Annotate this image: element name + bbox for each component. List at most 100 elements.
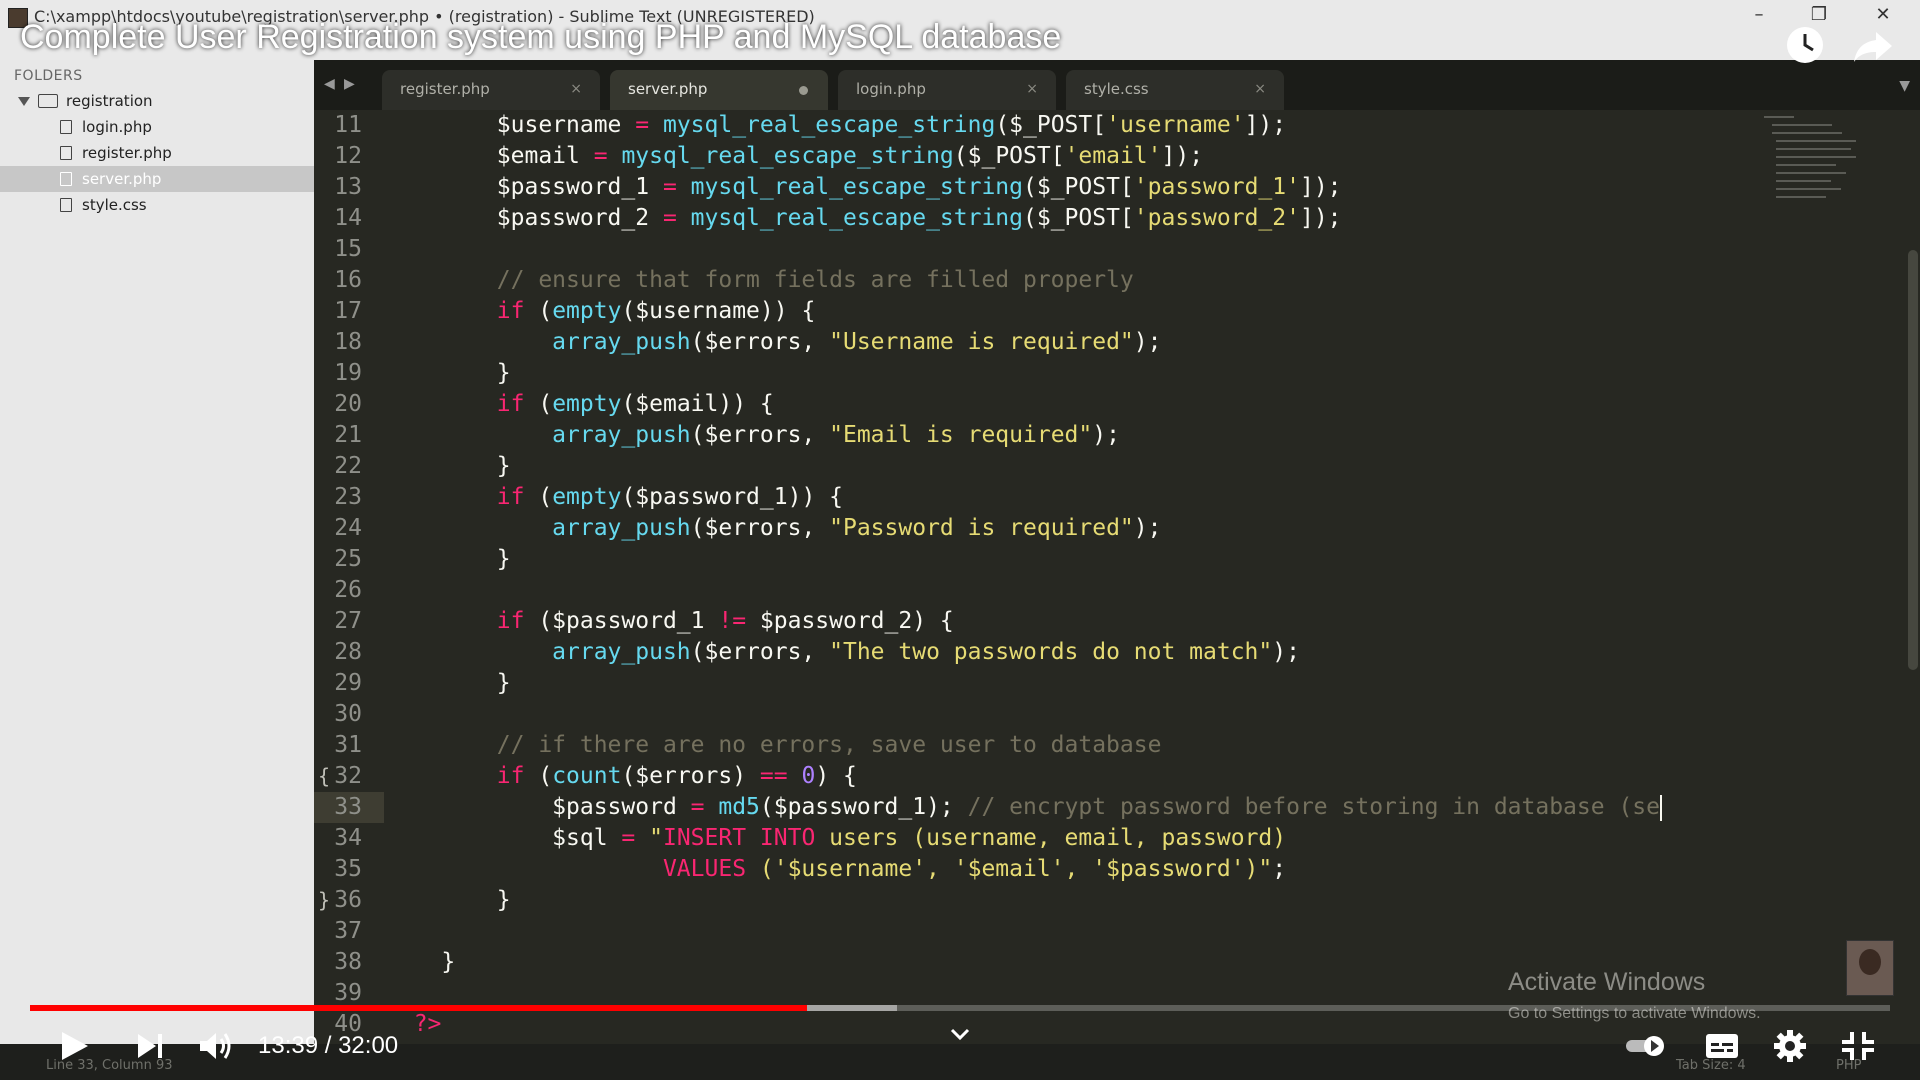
fold-open-icon[interactable]: { [318,761,330,792]
tab-label: server.php [628,80,708,98]
line-number: 11 [334,112,362,138]
line-number: 20 [334,391,362,417]
volume-icon[interactable] [196,1028,236,1064]
sidebar-file-login[interactable]: login.php [0,114,314,140]
code-line: $sql = "INSERT INTO users (username, ema… [386,825,1287,851]
sidebar-folder-registration[interactable]: registration [0,88,314,114]
chevron-down-icon[interactable] [950,1028,970,1042]
play-icon[interactable] [54,1028,94,1064]
line-number: 22 [334,453,362,479]
file-label: login.php [82,118,152,136]
tab-prev-icon[interactable]: ◀ [324,76,335,92]
sidebar-file-register[interactable]: register.php [0,140,314,166]
line-number: 37 [334,918,362,944]
code-comment: // ensure that form fields are filled pr… [386,267,1134,293]
tab-style-css[interactable]: style.css × [1066,70,1284,110]
file-icon [60,172,72,186]
minimap-line [1776,140,1856,142]
settings-gear-icon[interactable] [1770,1028,1810,1064]
code-line: } [386,360,511,386]
code-line: array_push($errors, "Password is require… [552,515,1162,541]
code-line: if ($password_1 != $password_2) { [496,608,954,634]
line-number: 34 [334,825,362,851]
minimap-line [1776,148,1851,150]
code-line: VALUES ('$username', '$email', '$passwor… [662,856,1287,882]
folder-label: registration [66,92,153,110]
tab-close-icon[interactable]: × [570,70,582,108]
video-progress-bar[interactable] [30,1005,1890,1011]
presenter-face [1859,949,1881,975]
line-number-current: 33 [334,794,362,820]
code-line: if (empty($username)) { [496,298,816,324]
minimap-line [1776,164,1836,166]
line-number: 27 [334,608,362,634]
tab-bar: ◀ ▶ register.php × server.php login.php … [314,60,1920,110]
file-label: server.php [82,170,162,188]
line-number: 28 [334,639,362,665]
line-number: 35 [334,856,362,882]
file-label: register.php [82,144,172,162]
video-played-bar [30,1005,808,1011]
code-line: $password_2 = mysql_real_escape_string($… [386,205,1342,231]
line-number: 18 [334,329,362,355]
folder-expand-icon[interactable] [18,97,30,106]
tab-label: login.php [856,80,926,98]
file-label: style.css [82,196,147,214]
minimap-line [1764,116,1794,118]
watermark-title: Activate Windows [1508,968,1706,996]
line-number: 16 [334,267,362,293]
code-line: } [386,670,511,696]
line-number: 25 [334,546,362,572]
minimap[interactable] [1764,110,1884,230]
line-number: 29 [334,670,362,696]
fold-close-icon[interactable]: } [318,885,330,916]
code-line: if (empty($email)) { [496,391,774,417]
code-line: array_push($errors, "Username is require… [552,329,1162,355]
tab-list-dropdown-icon[interactable]: ▼ [1899,78,1910,94]
tab-next-icon[interactable]: ▶ [344,76,355,92]
tab-register-php[interactable]: register.php × [382,70,600,110]
code-line: } [386,453,511,479]
activate-windows-watermark: Activate Windows Go to Settings to activ… [1508,968,1761,1023]
tab-login-php[interactable]: login.php × [838,70,1056,110]
file-icon [60,198,72,212]
sidebar-file-style[interactable]: style.css [0,192,314,218]
share-arrow-icon[interactable] [1850,22,1896,68]
video-time-separator: / [318,1032,339,1059]
tab-server-php[interactable]: server.php [610,70,828,110]
tab-close-icon[interactable]: × [1254,70,1266,108]
minimap-line [1776,172,1846,174]
line-number: 12 [334,143,362,169]
code-comment: // if there are no errors, save user to … [386,732,1162,758]
minimize-button[interactable]: – [1736,0,1782,32]
minimap-line [1776,196,1826,198]
line-number: 23 [334,484,362,510]
unsaved-dot-icon[interactable] [799,86,808,95]
tab-label: register.php [400,80,490,98]
line-number-gutter: 11 12 13 14 15 16 17 18 19 20 21 22 23 2… [314,110,386,1044]
folders-heading: FOLDERS [14,68,83,84]
line-number: 15 [334,236,362,262]
sidebar-file-server[interactable]: server.php [0,166,314,192]
code-line: } [386,949,456,975]
next-video-icon[interactable] [130,1028,170,1064]
exit-fullscreen-icon[interactable] [1838,1028,1878,1064]
vertical-scrollbar[interactable] [1908,250,1918,670]
code-editor[interactable]: 11 12 13 14 15 16 17 18 19 20 21 22 23 2… [314,110,1920,1044]
video-title[interactable]: Complete User Registration system using … [20,18,1061,57]
subtitles-icon[interactable] [1702,1028,1742,1064]
code-line: $email = mysql_real_escape_string($_POST… [386,143,1204,169]
tab-close-icon[interactable]: × [1026,70,1038,108]
sidebar: FOLDERS registration login.php register.… [0,60,314,1044]
video-current-time: 13:39 [258,1032,319,1059]
minimap-line [1772,132,1842,134]
code-line: } [386,546,511,572]
line-number: 13 [334,174,362,200]
autoplay-toggle-icon[interactable] [1624,1028,1668,1064]
line-number: 24 [334,515,362,541]
minimap-line [1772,124,1832,126]
watch-later-clock-icon[interactable] [1782,22,1828,68]
video-duration: 32:00 [338,1032,399,1059]
code-line: array_push($errors, "The two passwords d… [552,639,1300,665]
line-number: 14 [334,205,362,231]
